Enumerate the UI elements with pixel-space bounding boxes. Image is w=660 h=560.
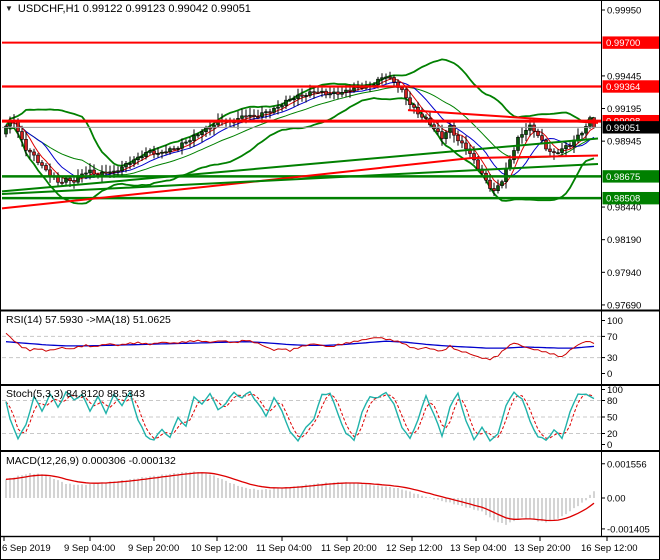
level-price-badge-label: 0.99700	[606, 38, 640, 49]
main-price-chart[interactable]	[1, 41, 601, 210]
stoch-tick-label: 0	[607, 440, 612, 451]
stoch-tick-label: 80	[607, 396, 618, 407]
price-tick-label: 0.99195	[607, 104, 641, 115]
rsi-tick-label: 100	[607, 316, 623, 327]
time-tick-label: 11 Sep 20:00	[321, 543, 377, 554]
macd-tick-label: 0.00	[607, 494, 626, 505]
stoch-tick-label: 100	[607, 385, 623, 396]
mt4-chart-window: 0.99950 0.99445 0.99195 0.98945 0.98440 0.981…	[0, 0, 660, 560]
time-tick-label: 13 Sep 04:00	[450, 543, 507, 554]
level-price-badge-label: 0.98508	[606, 194, 640, 205]
price-tick-label: 0.98945	[607, 137, 641, 148]
rsi-indicator-label: RSI(14) 57.5930 ->MA(18) 51.0625	[6, 314, 171, 326]
current-price-badge-label: 0.99051	[606, 123, 640, 134]
level-price-badge-label: 0.99364	[606, 82, 640, 93]
stoch-indicator-label: Stoch(5,3,3) 84.8120 88.5343	[6, 388, 145, 400]
stoch-tick-label: 20	[607, 429, 618, 440]
price-tick-label: 0.99950	[607, 6, 641, 17]
price-tick-label: 0.97940	[607, 268, 641, 279]
time-tick-label: 12 Sep 12:00	[386, 543, 443, 554]
rsi-tick-label: 70	[607, 332, 618, 343]
rsi-tick-label: 30	[607, 353, 618, 364]
time-tick-label: 9 Sep 20:00	[128, 543, 179, 554]
rsi-panel[interactable]	[2, 332, 601, 361]
price-axis[interactable]: 0.999500.994450.991950.989450.984400.981…	[601, 6, 660, 536]
level-price-badge-label: 0.98675	[606, 172, 640, 183]
chart-title: ▼ USDCHF,H1 0.99122 0.99123 0.99042 0.99…	[5, 3, 251, 15]
macd-panel[interactable]	[5, 471, 595, 525]
macd-tick-label: 0.001556	[607, 459, 647, 470]
time-tick-label: 13 Sep 20:00	[514, 543, 571, 554]
symbol-dropdown-icon[interactable]: ▼	[5, 5, 13, 13]
time-tick-label: 6 Sep 2019	[2, 543, 51, 554]
stoch-tick-label: 50	[607, 413, 618, 424]
time-tick-label: 10 Sep 12:00	[191, 543, 248, 554]
macd-tick-label: -0.001405	[607, 524, 650, 535]
chart-canvas: 0.999500.994450.991950.989450.984400.981…	[0, 0, 660, 560]
price-tick-label: 0.98190	[607, 235, 641, 246]
time-tick-label: 16 Sep 12:00	[581, 543, 638, 554]
macd-indicator-label: MACD(12,26,9) 0.000306 -0.000132	[6, 455, 176, 467]
rsi-tick-label: 0	[607, 369, 612, 380]
time-axis[interactable]: 6 Sep 2019 9 Sep 04:00 9 Sep 20:00 10 Sep 1…	[2, 537, 638, 554]
time-tick-label: 11 Sep 04:00	[256, 543, 312, 554]
chart-title-text: USDCHF,H1 0.99122 0.99123 0.99042 0.9905…	[17, 3, 251, 15]
time-tick-label: 9 Sep 04:00	[64, 543, 115, 554]
